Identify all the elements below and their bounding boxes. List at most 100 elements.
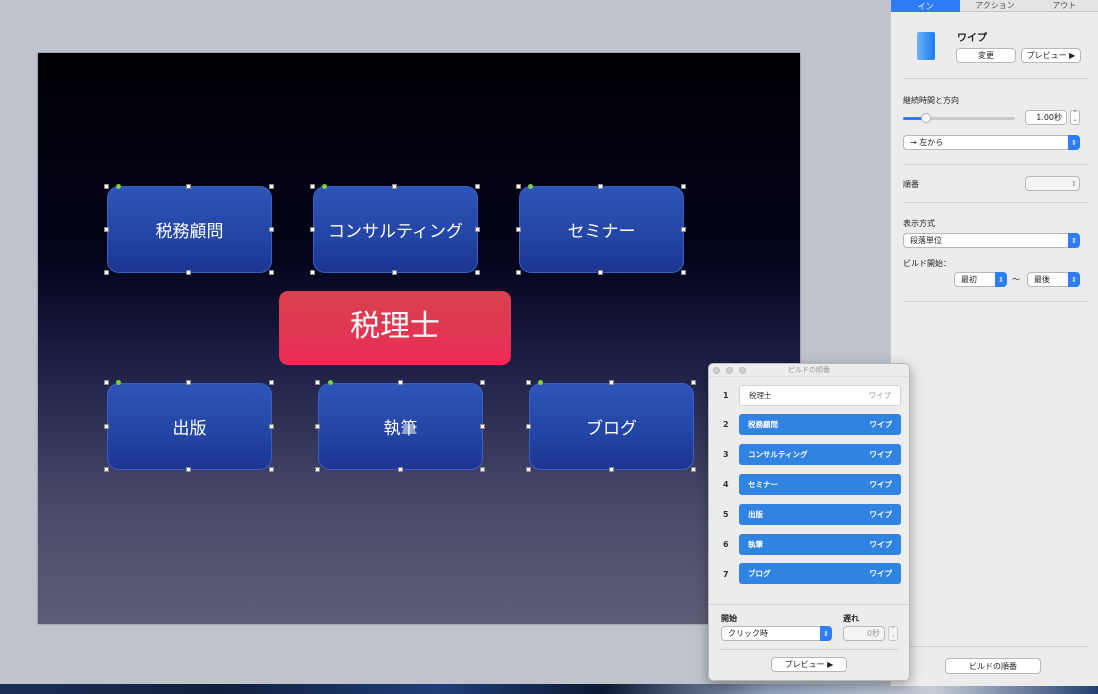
build-row-effect: ワイプ (869, 450, 893, 459)
selection-handle[interactable] (691, 380, 696, 385)
center-box-zeirishi[interactable]: 税理士 (279, 291, 511, 365)
row-number: 4 (723, 480, 729, 489)
box-seminar[interactable]: セミナー (519, 186, 684, 273)
box-shuppan[interactable]: 出版 (107, 383, 272, 470)
selection-handle[interactable] (269, 227, 274, 232)
effect-name: ワイプ (957, 33, 987, 44)
selection-handle[interactable] (681, 184, 686, 189)
selection-handle[interactable] (104, 380, 109, 385)
chevron-updown-icon: ⇕ (1068, 135, 1080, 150)
selection-handle[interactable] (526, 424, 531, 429)
tab-build-in[interactable]: イン (891, 0, 961, 12)
tab-action[interactable]: アクション (960, 0, 1030, 12)
chevron-updown-icon: ⇕ (1068, 233, 1080, 248)
start-popup[interactable]: クリック時 ⇕ (721, 626, 832, 641)
divider (903, 164, 1089, 165)
selection-handle[interactable] (681, 227, 686, 232)
build-row[interactable]: コンサルティング ワイプ (739, 444, 901, 465)
box-shippitsu[interactable]: 執筆 (318, 383, 483, 470)
selection-handle[interactable] (392, 270, 397, 275)
selection-handle[interactable] (186, 184, 191, 189)
selection-handle[interactable] (310, 184, 315, 189)
selection-handle[interactable] (104, 227, 109, 232)
display-mode-popup[interactable]: 段落単位 ⇕ (903, 233, 1080, 248)
box-consulting[interactable]: コンサルティング (313, 186, 478, 273)
build-row-effect: ワイプ (869, 480, 893, 489)
slide-canvas[interactable]: 税務顧問 コンサルティング セミナー 税理士 出版 執筆 ブログ (38, 53, 800, 624)
build-row-label: 執筆 (748, 540, 763, 549)
selection-handle[interactable] (480, 380, 485, 385)
build-row[interactable]: 税理士 ワイプ (739, 385, 901, 406)
selection-handle[interactable] (516, 184, 521, 189)
selection-handle[interactable] (315, 467, 320, 472)
selection-handle[interactable] (480, 424, 485, 429)
center-label: 税理士 (350, 309, 440, 344)
selection-handle[interactable] (269, 424, 274, 429)
selection-handle[interactable] (681, 270, 686, 275)
build-row-label: ブログ (748, 569, 771, 578)
selection-handle[interactable] (310, 270, 315, 275)
selection-handle[interactable] (398, 380, 403, 385)
duration-stepper[interactable]: ⌃ ⌄ (1070, 110, 1080, 125)
box-blog[interactable]: ブログ (529, 383, 694, 470)
build-from-popup[interactable]: 最初 ⇕ (954, 272, 1007, 287)
selection-handle[interactable] (269, 270, 274, 275)
chevron-updown-icon: ⇕ (1071, 179, 1077, 188)
build-row[interactable]: 税務顧問 ワイプ (739, 414, 901, 435)
selection-handle[interactable] (526, 380, 531, 385)
selection-handle[interactable] (475, 270, 480, 275)
selection-handle[interactable] (104, 184, 109, 189)
build-row[interactable]: 執筆 ワイプ (739, 534, 901, 555)
duration-field[interactable]: 1.00秒 (1025, 110, 1067, 125)
selection-handle[interactable] (598, 184, 603, 189)
selection-handle[interactable] (475, 184, 480, 189)
selection-handle[interactable] (598, 270, 603, 275)
divider (903, 202, 1089, 203)
selection-handle[interactable] (310, 227, 315, 232)
selection-handle[interactable] (398, 467, 403, 472)
selection-handle[interactable] (480, 467, 485, 472)
build-row[interactable]: ブログ ワイプ (739, 563, 901, 584)
build-preview-button[interactable]: プレビュー ▶ (771, 657, 847, 672)
duration-slider-knob[interactable] (921, 113, 931, 123)
build-order-button[interactable]: ビルドの順番 (945, 658, 1041, 674)
selection-handle[interactable] (104, 467, 109, 472)
selection-handle[interactable] (526, 467, 531, 472)
selection-handle[interactable] (475, 227, 480, 232)
delay-field[interactable]: 0秒 (843, 626, 885, 641)
selection-handle[interactable] (392, 184, 397, 189)
inspector-tabs: イン アクション アウト (891, 0, 1098, 12)
selection-handle[interactable] (315, 380, 320, 385)
delay-stepper[interactable]: ⌃ ⌄ (888, 626, 898, 641)
selection-handle[interactable] (269, 467, 274, 472)
build-row-label: 税務顧問 (748, 420, 778, 429)
direction-popup[interactable]: → 左から ⇕ (903, 135, 1080, 150)
build-row[interactable]: 出版 ワイプ (739, 504, 901, 525)
selection-handle[interactable] (186, 380, 191, 385)
selection-handle[interactable] (269, 184, 274, 189)
selection-handle[interactable] (516, 270, 521, 275)
box-zeimu-komon[interactable]: 税務顧問 (107, 186, 272, 273)
range-tilde: 〜 (1012, 275, 1020, 284)
build-marker-icon (328, 380, 333, 385)
change-effect-button[interactable]: 変更 (956, 48, 1016, 63)
selection-handle[interactable] (691, 467, 696, 472)
selection-handle[interactable] (269, 380, 274, 385)
tab-build-out[interactable]: アウト (1029, 0, 1098, 12)
order-popup[interactable]: ⇕ (1025, 176, 1080, 191)
start-value: クリック時 (728, 629, 768, 638)
selection-handle[interactable] (186, 270, 191, 275)
selection-handle[interactable] (609, 380, 614, 385)
build-to-popup[interactable]: 最後 ⇕ (1027, 272, 1080, 287)
selection-handle[interactable] (516, 227, 521, 232)
preview-button[interactable]: プレビュー ▶ (1021, 48, 1081, 63)
box-label: ブログ (586, 419, 637, 439)
duration-slider-track[interactable] (903, 113, 1015, 123)
selection-handle[interactable] (104, 270, 109, 275)
selection-handle[interactable] (186, 467, 191, 472)
selection-handle[interactable] (104, 424, 109, 429)
selection-handle[interactable] (315, 424, 320, 429)
build-row-label: コンサルティング (748, 450, 808, 459)
build-row[interactable]: セミナー ワイプ (739, 474, 901, 495)
selection-handle[interactable] (609, 467, 614, 472)
